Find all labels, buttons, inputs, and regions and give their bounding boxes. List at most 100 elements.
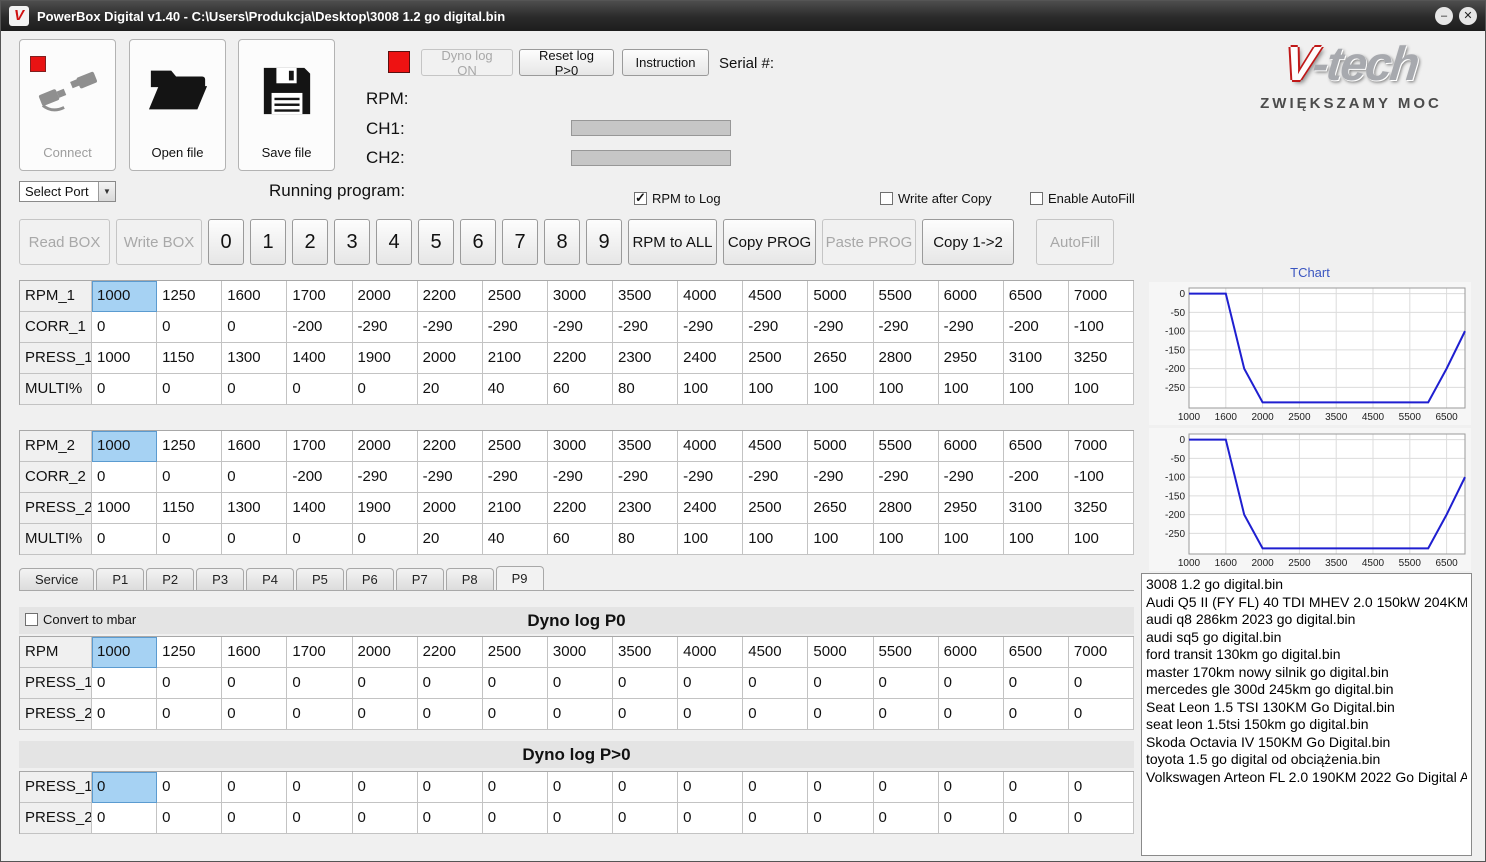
cell-PRESS_1-2[interactable]: 0 [222, 772, 288, 803]
cell-RPM_1-5[interactable]: 2200 [417, 281, 483, 312]
cell-PRESS_2-7[interactable]: 0 [547, 803, 613, 834]
cell-PRESS_2-15[interactable]: 0 [1068, 699, 1134, 730]
cell-RPM_1-10[interactable]: 4500 [743, 281, 809, 312]
cell-CORR_2-14[interactable]: -200 [1003, 462, 1069, 493]
cell-RPM_2-8[interactable]: 3500 [613, 431, 679, 462]
cell-MULTI%-8[interactable]: 80 [613, 374, 679, 405]
save-file-button[interactable]: Save file [238, 39, 335, 171]
cell-PRESS_2-6[interactable]: 0 [482, 699, 548, 730]
cell-RPM-9[interactable]: 4000 [678, 637, 744, 668]
cell-PRESS_2-7[interactable]: 0 [547, 699, 613, 730]
digit-button-7[interactable]: 7 [502, 219, 538, 265]
tab-p5[interactable]: P5 [295, 568, 344, 590]
cell-RPM_2-12[interactable]: 5500 [873, 431, 939, 462]
cell-PRESS_2-13[interactable]: 0 [938, 699, 1004, 730]
cell-CORR_2-15[interactable]: -100 [1068, 462, 1134, 493]
cell-PRESS_1-14[interactable]: 0 [1003, 772, 1069, 803]
cell-PRESS_1-10[interactable]: 0 [743, 668, 809, 699]
cell-MULTI%-7[interactable]: 60 [547, 374, 613, 405]
cell-MULTI%-0[interactable]: 0 [92, 374, 158, 405]
cell-CORR_2-12[interactable]: -290 [873, 462, 939, 493]
cell-PRESS_1-2[interactable]: 1300 [222, 343, 288, 374]
cell-RPM_2-14[interactable]: 6500 [1003, 431, 1069, 462]
cell-CORR_1-12[interactable]: -290 [873, 312, 939, 343]
cell-MULTI%-2[interactable]: 0 [222, 374, 288, 405]
cell-RPM_1-2[interactable]: 1600 [222, 281, 288, 312]
digit-button-3[interactable]: 3 [334, 219, 370, 265]
cell-PRESS_2-0[interactable]: 0 [92, 803, 158, 834]
titlebar[interactable]: V PowerBox Digital v1.40 - C:\Users\Prod… [1, 1, 1485, 31]
cell-CORR_1-3[interactable]: -200 [287, 312, 353, 343]
cell-PRESS_1-0[interactable]: 0 [92, 668, 158, 699]
cell-CORR_2-9[interactable]: -290 [678, 462, 744, 493]
file-list-item[interactable]: audi q8 286km 2023 go digital.bin [1146, 611, 1467, 629]
cell-CORR_2-7[interactable]: -290 [547, 462, 613, 493]
cell-RPM-13[interactable]: 6000 [938, 637, 1004, 668]
rpm-to-all-button[interactable]: RPM to ALL [628, 219, 717, 265]
cell-MULTI%-1[interactable]: 0 [157, 524, 223, 555]
cell-MULTI%-2[interactable]: 0 [222, 524, 288, 555]
cell-CORR_2-6[interactable]: -290 [482, 462, 548, 493]
cell-MULTI%-5[interactable]: 20 [417, 524, 483, 555]
cell-PRESS_2-15[interactable]: 3250 [1068, 493, 1134, 524]
cell-RPM-5[interactable]: 2200 [417, 637, 483, 668]
cell-PRESS_1-10[interactable]: 0 [743, 772, 809, 803]
cell-MULTI%-10[interactable]: 100 [743, 524, 809, 555]
convert-to-mbar-checkbox[interactable]: Convert to mbar [25, 612, 136, 627]
write-box-button[interactable]: Write BOX [116, 219, 202, 265]
cell-RPM_1-6[interactable]: 2500 [482, 281, 548, 312]
cell-RPM_2-2[interactable]: 1600 [222, 431, 288, 462]
cell-RPM_2-10[interactable]: 4500 [743, 431, 809, 462]
checkbox-unchecked-icon[interactable] [25, 613, 38, 626]
cell-PRESS_1-7[interactable]: 0 [547, 668, 613, 699]
digit-button-4[interactable]: 4 [376, 219, 412, 265]
cell-PRESS_2-1[interactable]: 1150 [157, 493, 223, 524]
cell-MULTI%-11[interactable]: 100 [808, 374, 874, 405]
digit-button-5[interactable]: 5 [418, 219, 454, 265]
tab-p3[interactable]: P3 [196, 568, 245, 590]
checkbox-checked-icon[interactable] [634, 190, 647, 206]
tab-p7[interactable]: P7 [395, 568, 444, 590]
cell-CORR_1-0[interactable]: 0 [92, 312, 158, 343]
cell-PRESS_1-8[interactable]: 2300 [613, 343, 679, 374]
cell-PRESS_1-0[interactable]: 1000 [92, 343, 158, 374]
read-box-button[interactable]: Read BOX [19, 219, 110, 265]
cell-PRESS_2-14[interactable]: 3100 [1003, 493, 1069, 524]
file-list-item[interactable]: audi sq5 go digital.bin [1146, 629, 1467, 647]
tab-p8[interactable]: P8 [445, 568, 494, 590]
cell-PRESS_2-3[interactable]: 0 [287, 699, 353, 730]
open-file-button[interactable]: Open file [129, 39, 226, 171]
cell-RPM_1-15[interactable]: 7000 [1068, 281, 1134, 312]
cell-PRESS_1-4[interactable]: 0 [352, 668, 418, 699]
cell-PRESS_1-15[interactable]: 0 [1068, 668, 1134, 699]
cell-CORR_2-10[interactable]: -290 [743, 462, 809, 493]
tab-service[interactable]: Service [19, 568, 95, 590]
cell-CORR_2-4[interactable]: -290 [352, 462, 418, 493]
cell-PRESS_2-10[interactable]: 0 [743, 699, 809, 730]
rpm-to-log-checkbox[interactable]: RPM to Log [634, 190, 721, 206]
cell-PRESS_1-14[interactable]: 0 [1003, 668, 1069, 699]
cell-RPM-3[interactable]: 1700 [287, 637, 353, 668]
cell-PRESS_2-2[interactable]: 0 [222, 699, 288, 730]
tab-p1[interactable]: P1 [96, 568, 145, 590]
file-list-item[interactable]: master 170km nowy silnik go digital.bin [1146, 664, 1467, 682]
tab-p4[interactable]: P4 [246, 568, 294, 590]
cell-MULTI%-15[interactable]: 100 [1068, 524, 1134, 555]
cell-PRESS_1-7[interactable]: 2200 [547, 343, 613, 374]
cell-RPM-7[interactable]: 3000 [547, 637, 613, 668]
tab-p2[interactable]: P2 [146, 568, 195, 590]
cell-PRESS_1-8[interactable]: 0 [613, 772, 679, 803]
cell-MULTI%-6[interactable]: 40 [482, 524, 548, 555]
cell-PRESS_2-15[interactable]: 0 [1068, 803, 1134, 834]
cell-CORR_2-11[interactable]: -290 [808, 462, 874, 493]
cell-PRESS_1-8[interactable]: 0 [613, 668, 679, 699]
cell-RPM_2-7[interactable]: 3000 [547, 431, 613, 462]
cell-PRESS_2-12[interactable]: 0 [873, 803, 939, 834]
file-list-item[interactable]: Audi Q5 II (FY FL) 40 TDI MHEV 2.0 150kW… [1146, 594, 1467, 612]
cell-RPM-6[interactable]: 2500 [482, 637, 548, 668]
cell-RPM_1-9[interactable]: 4000 [678, 281, 744, 312]
file-list-item[interactable]: ford transit 130km go digital.bin [1146, 646, 1467, 664]
cell-RPM_1-1[interactable]: 1250 [157, 281, 223, 312]
cell-PRESS_2-12[interactable]: 2800 [873, 493, 939, 524]
cell-MULTI%-5[interactable]: 20 [417, 374, 483, 405]
